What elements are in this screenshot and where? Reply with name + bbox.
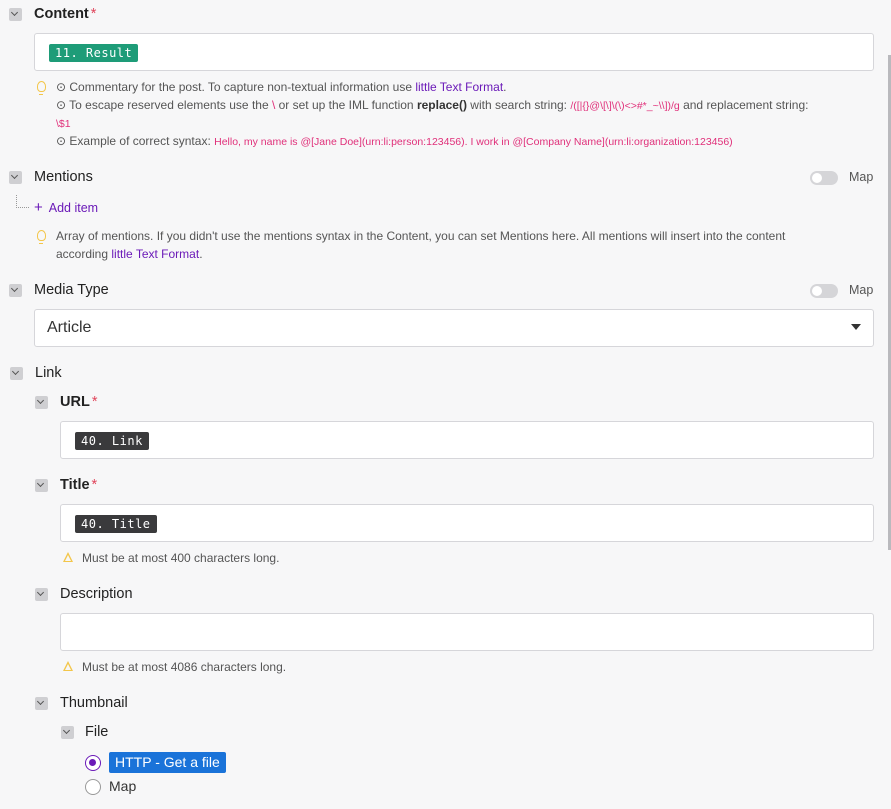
- content-hint-line2-cont: \$1: [56, 118, 71, 130]
- radio-http-get-file[interactable]: [85, 755, 101, 771]
- content-hint-line1: ⊙ Commentary for the post. To capture no…: [56, 80, 507, 94]
- mentions-collapse-icon[interactable]: [9, 171, 22, 184]
- tree-connector: [16, 195, 29, 208]
- mentions-label: Mentions: [34, 169, 93, 185]
- media-type-map-toggle[interactable]: [810, 284, 838, 298]
- description-input[interactable]: [60, 613, 874, 651]
- warning-icon: [63, 661, 73, 671]
- file-label: File: [85, 724, 109, 740]
- description-warning: Must be at most 4086 characters long.: [82, 660, 287, 674]
- thumbnail-collapse-icon[interactable]: [35, 697, 48, 710]
- media-type-collapse-icon[interactable]: [9, 284, 22, 297]
- content-collapse-icon[interactable]: [9, 8, 22, 21]
- lightbulb-icon: [37, 230, 46, 244]
- radio-dot: [89, 759, 96, 766]
- caret-down-icon: [851, 324, 861, 330]
- media-type-map-label: Map: [849, 283, 874, 297]
- mentions-map-toggle[interactable]: [810, 171, 838, 185]
- media-type-select[interactable]: Article: [34, 309, 874, 347]
- link-label: Link: [35, 365, 62, 381]
- thumbnail-label: Thumbnail: [60, 695, 128, 711]
- radio-map[interactable]: [85, 779, 101, 795]
- title-collapse-icon[interactable]: [35, 479, 48, 492]
- link-collapse-icon[interactable]: [10, 367, 23, 380]
- content-hint-line2: ⊙ To escape reserved elements use the \ …: [56, 98, 809, 112]
- url-label: URL *: [60, 394, 98, 410]
- file-collapse-icon[interactable]: [61, 726, 74, 739]
- url-value-pill[interactable]: 40. Link: [75, 432, 149, 450]
- option-http-get-file-label[interactable]: HTTP - Get a file: [109, 752, 226, 773]
- little-text-format-link[interactable]: little Text Format: [415, 80, 503, 94]
- lightbulb-icon: [37, 81, 46, 95]
- little-text-format-link[interactable]: little Text Format: [111, 247, 199, 261]
- content-input[interactable]: 11. Result: [34, 33, 874, 71]
- mentions-hint-line2: according little Text Format.: [56, 247, 203, 261]
- content-value-pill[interactable]: 11. Result: [49, 44, 139, 62]
- title-label: Title *: [60, 477, 98, 493]
- content-label: Content *: [34, 6, 97, 22]
- warning-icon: [63, 552, 73, 562]
- description-label: Description: [60, 586, 133, 602]
- plus-icon: +: [34, 199, 43, 216]
- option-map-label[interactable]: Map: [109, 778, 136, 794]
- url-input[interactable]: 40. Link: [60, 421, 874, 459]
- add-item-button[interactable]: + Add item: [34, 199, 98, 216]
- title-value-pill[interactable]: 40. Title: [75, 515, 157, 533]
- content-hint-line3: ⊙ Example of correct syntax: Hello, my n…: [56, 134, 733, 148]
- title-warning: Must be at most 400 characters long.: [82, 551, 280, 565]
- mentions-map-label: Map: [849, 170, 874, 184]
- media-type-selected: Article: [47, 319, 92, 336]
- mentions-hint-line1: Array of mentions. If you didn't use the…: [56, 229, 786, 243]
- description-collapse-icon[interactable]: [35, 588, 48, 601]
- url-collapse-icon[interactable]: [35, 396, 48, 409]
- media-type-label: Media Type: [34, 282, 109, 298]
- title-input[interactable]: 40. Title: [60, 504, 874, 542]
